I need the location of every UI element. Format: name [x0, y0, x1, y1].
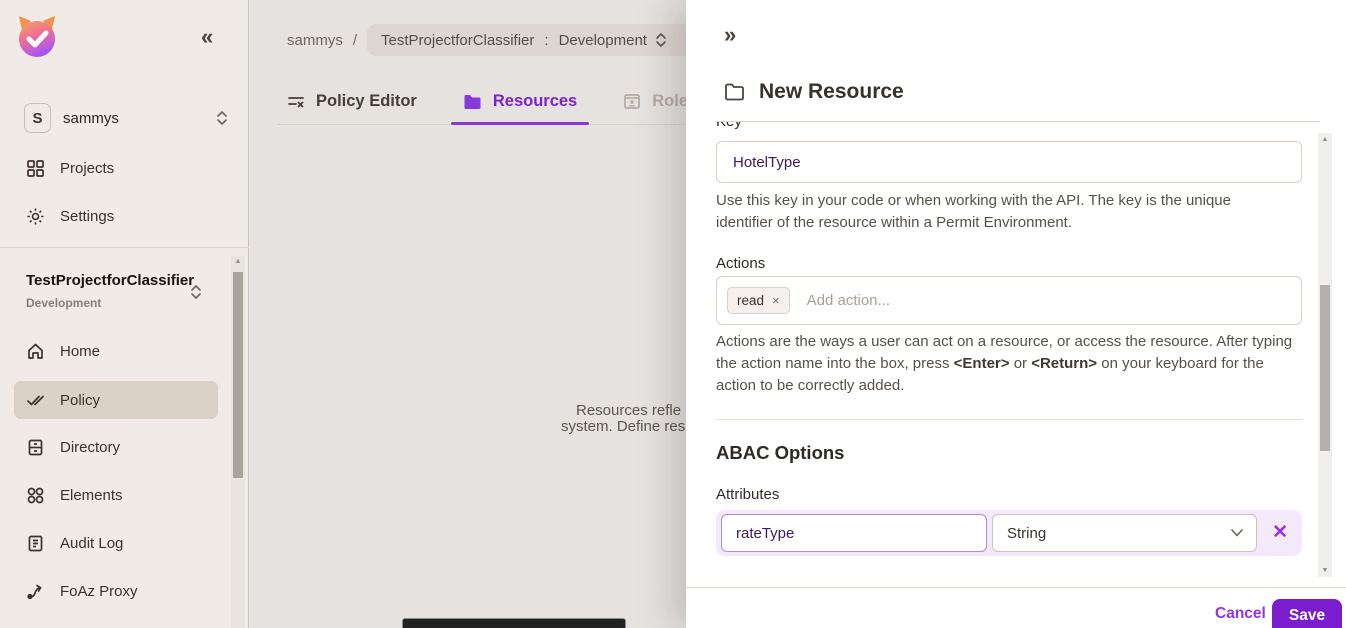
document-icon: [26, 534, 45, 553]
breadcrumb: sammys / TestProjectforClassifier : Deve…: [287, 24, 725, 56]
key-input[interactable]: HotelType: [716, 141, 1302, 183]
breadcrumb-workspace[interactable]: sammys: [287, 32, 343, 49]
attribute-remove-button[interactable]: ✕: [1272, 521, 1288, 544]
chevron-updown-icon[interactable]: [190, 284, 202, 300]
drawer-collapse-button[interactable]: »: [724, 22, 734, 48]
tab-resources[interactable]: Resources: [463, 78, 577, 125]
sidebar-item-projects[interactable]: Projects: [14, 149, 218, 187]
workspace-name: sammys: [63, 110, 216, 127]
sidebar-item-label: Settings: [60, 208, 114, 225]
sidebar: « S sammys Projects Settings TestProject…: [0, 0, 249, 628]
empty-state-text-line1: Resources refle: [576, 402, 681, 419]
grid-icon: [26, 159, 45, 178]
gear-icon: [26, 207, 45, 226]
sidebar-scrollbar[interactable]: ▲: [231, 256, 245, 628]
workspace-selector[interactable]: S sammys: [24, 102, 228, 134]
sidebar-item-label: Projects: [60, 160, 114, 177]
tab-label: Resources: [493, 92, 577, 111]
abac-section-divider: [716, 419, 1302, 420]
id-card-icon: [623, 93, 641, 110]
empty-state-text-line2: system. Define res: [561, 418, 685, 435]
toast-peek: [402, 618, 626, 628]
key-field-label: Key: [716, 122, 742, 130]
sidebar-item-label: Directory: [60, 439, 120, 456]
cancel-button[interactable]: Cancel: [1215, 605, 1266, 623]
sidebar-item-label: Policy: [60, 392, 100, 409]
attribute-type-select[interactable]: String: [992, 514, 1257, 552]
filter-x-icon: [287, 93, 305, 111]
breadcrumb-environment: Development: [559, 32, 647, 49]
sidebar-item-policy[interactable]: Policy: [14, 381, 218, 419]
tab-label: Policy Editor: [316, 92, 417, 111]
scroll-up-icon[interactable]: ▲: [1318, 136, 1332, 143]
drawer-scrollbar[interactable]: ▲ ▼: [1318, 133, 1332, 577]
sidebar-item-audit-log[interactable]: Audit Log: [14, 524, 218, 562]
workspace-avatar: S: [24, 103, 51, 133]
scrollbar-thumb[interactable]: [1320, 285, 1330, 451]
home-icon: [26, 342, 45, 361]
project-name[interactable]: TestProjectforClassifier: [26, 272, 194, 289]
sidebar-item-label: Elements: [60, 487, 123, 504]
cabinet-icon: [26, 438, 45, 457]
sidebar-item-home[interactable]: Home: [14, 332, 218, 370]
scroll-up-icon[interactable]: ▲: [231, 258, 245, 265]
actions-field-label: Actions: [716, 255, 765, 272]
tab-bar: Policy Editor Resources Roles: [287, 78, 743, 125]
action-chip: read ×: [727, 287, 790, 314]
attribute-name-input[interactable]: rateType: [721, 514, 987, 552]
new-resource-drawer: » New Resource Key HotelType Use this ke…: [686, 0, 1346, 628]
elements-icon: [26, 486, 45, 505]
scroll-down-icon[interactable]: ▼: [1318, 567, 1332, 574]
attributes-label: Attributes: [716, 486, 779, 503]
sidebar-item-label: Audit Log: [60, 535, 123, 552]
environment-name: Development: [26, 296, 101, 310]
project-environment-selector[interactable]: TestProjectforClassifier : Development: [367, 24, 725, 56]
actions-input[interactable]: read × Add action...: [716, 276, 1302, 325]
key-help-text: Use this key in your code or when workin…: [716, 190, 1261, 234]
folder-outline-icon: [724, 83, 745, 101]
permit-logo-icon: [15, 13, 59, 63]
chevron-updown-icon: [655, 32, 667, 48]
key-input-value: HotelType: [733, 154, 801, 171]
folder-icon: [463, 94, 482, 110]
sidebar-collapse-button[interactable]: «: [201, 24, 211, 50]
breadcrumb-project: TestProjectforClassifier: [381, 32, 534, 49]
sidebar-item-directory[interactable]: Directory: [14, 428, 218, 466]
breadcrumb-separator: /: [353, 32, 357, 49]
action-chip-label: read: [737, 293, 764, 308]
attribute-row: rateType String ✕: [716, 510, 1302, 556]
chevron-down-icon: [1230, 528, 1244, 538]
sidebar-item-label: Home: [60, 343, 100, 360]
actions-placeholder: Add action...: [807, 292, 890, 309]
route-icon: [26, 582, 45, 601]
double-check-icon: [26, 391, 45, 410]
scrollbar-thumb[interactable]: [233, 272, 243, 478]
app-window: « S sammys Projects Settings TestProject…: [0, 0, 1346, 628]
sidebar-item-settings[interactable]: Settings: [14, 197, 218, 235]
attribute-type-value: String: [1007, 525, 1046, 542]
chevron-updown-icon: [216, 110, 228, 126]
sidebar-item-foaz-proxy[interactable]: FoAz Proxy: [14, 572, 218, 610]
sidebar-divider: [0, 247, 249, 248]
chip-remove-icon[interactable]: ×: [772, 293, 780, 308]
tab-policy-editor[interactable]: Policy Editor: [287, 78, 417, 125]
drawer-title: New Resource: [759, 80, 904, 104]
abac-options-heading: ABAC Options: [716, 442, 844, 464]
attribute-name-value: rateType: [736, 525, 794, 542]
actions-help-text: Actions are the ways a user can act on a…: [716, 331, 1302, 397]
sidebar-item-elements[interactable]: Elements: [14, 476, 218, 514]
drawer-footer-divider: [686, 587, 1346, 588]
sidebar-item-label: FoAz Proxy: [60, 583, 138, 600]
drawer-scroll-area: Key HotelType Use this key in your code …: [686, 122, 1346, 587]
save-button[interactable]: Save: [1272, 599, 1342, 628]
breadcrumb-colon: :: [544, 32, 548, 49]
